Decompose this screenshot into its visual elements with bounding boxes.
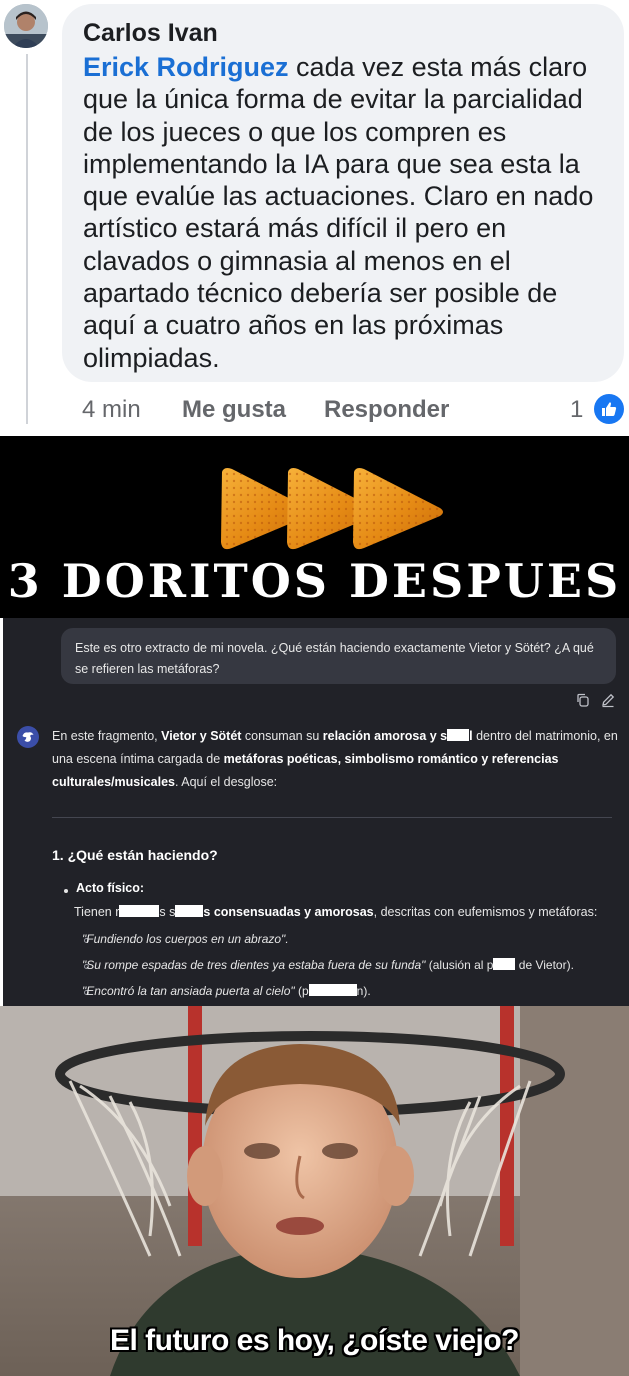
dorito-chip-3	[353, 468, 443, 550]
ai-chat-panel: Este es otro extracto de mi novela. ¿Qué…	[3, 618, 629, 1006]
quote-item-2: "Su rompe espadas de tres dientes ya est…	[82, 958, 574, 972]
quote-note-end: de Vietor).	[515, 958, 574, 972]
reaction-count[interactable]: 1	[570, 396, 583, 424]
meme-caption: El futuro es hoy, ¿oíste viejo?	[110, 1324, 520, 1357]
quote-item-1: "Fundiendo los cuerpos en un abrazo".	[82, 932, 289, 946]
comment-mention[interactable]: Erick Rodriguez	[83, 52, 289, 82]
intro-bold-names: Vietor y Sötét	[161, 729, 242, 743]
thread-line	[26, 54, 28, 424]
intro-text-4: . Aquí el desglose:	[174, 775, 278, 789]
comment-author[interactable]: Carlos Ivan	[83, 16, 604, 50]
reply-button[interactable]: Responder	[324, 396, 449, 424]
censor-block	[175, 905, 204, 917]
bullet-line-text-1: Tienen r	[74, 905, 120, 919]
comment-text: Erick Rodriguez cada vez esta más claro …	[83, 51, 604, 374]
thumbs-up-icon[interactable]	[594, 394, 624, 424]
user-message: Este es otro extracto de mi novela. ¿Qué…	[61, 628, 616, 684]
quote-item-3: "Encontró la tan ansiada puerta al cielo…	[82, 984, 371, 998]
quote-note: (alusión al p	[425, 958, 494, 972]
quote-text: "Encontró la tan ansiada puerta al cielo…	[82, 984, 295, 998]
like-button[interactable]: Me gusta	[182, 396, 286, 424]
bullet-line: Tienen r s s s consensuadas y amorosas, de…	[74, 905, 597, 919]
comment-body: cada vez esta más claro que la única for…	[83, 52, 594, 373]
doritos-title: 3 DORITOS DESPUES	[7, 554, 622, 608]
boy-basketball-photo	[0, 1006, 629, 1376]
censor-block	[447, 729, 470, 741]
intro-text-1: En este fragmento,	[52, 729, 162, 743]
section-divider	[52, 817, 612, 818]
section-heading: 1. ¿Qué están haciendo?	[52, 847, 218, 863]
comment-actions: 4 min Me gusta Responder 1	[82, 394, 627, 428]
facebook-comment-panel: Carlos Ivan Erick Rodriguez cada vez est…	[0, 0, 629, 436]
quote-text: "Fundiendo los cuerpos en un abrazo".	[82, 932, 289, 946]
quote-note: (p	[294, 984, 309, 998]
commenter-avatar[interactable]	[4, 4, 48, 48]
bullet-title: Acto físico:	[76, 881, 145, 895]
copy-icon[interactable]	[575, 692, 591, 708]
bullet-dot	[64, 889, 68, 893]
ai-assistant-icon	[17, 726, 39, 748]
bullet-line-text-2: s s	[159, 905, 176, 919]
intro-bold-relation: relación amorosa y s	[322, 729, 448, 743]
edit-icon[interactable]	[600, 692, 616, 708]
censor-block	[308, 984, 357, 996]
quote-text: "Su rompe espadas de tres dientes ya est…	[82, 958, 426, 972]
bullet-line-text-3: , descritas con eufemismos y metáforas:	[373, 905, 598, 919]
censor-block	[493, 958, 516, 970]
meme-photo-panel: El futuro es hoy, ¿oíste viejo?	[0, 1006, 629, 1376]
quote-note-end: n).	[356, 984, 371, 998]
doritos-chips	[221, 468, 443, 550]
comment-time[interactable]: 4 min	[82, 396, 141, 424]
censor-block	[119, 905, 160, 917]
doritos-panel: 3 DORITOS DESPUES	[0, 436, 629, 618]
intro-text-2: consuman su	[241, 729, 323, 743]
comment-bubble: Carlos Ivan Erick Rodriguez cada vez est…	[62, 4, 624, 382]
bullet-line-bold: s consensuadas y amorosas	[203, 905, 374, 919]
ai-response-intro: En este fragmento, Vietor y Sötét consum…	[52, 725, 618, 794]
